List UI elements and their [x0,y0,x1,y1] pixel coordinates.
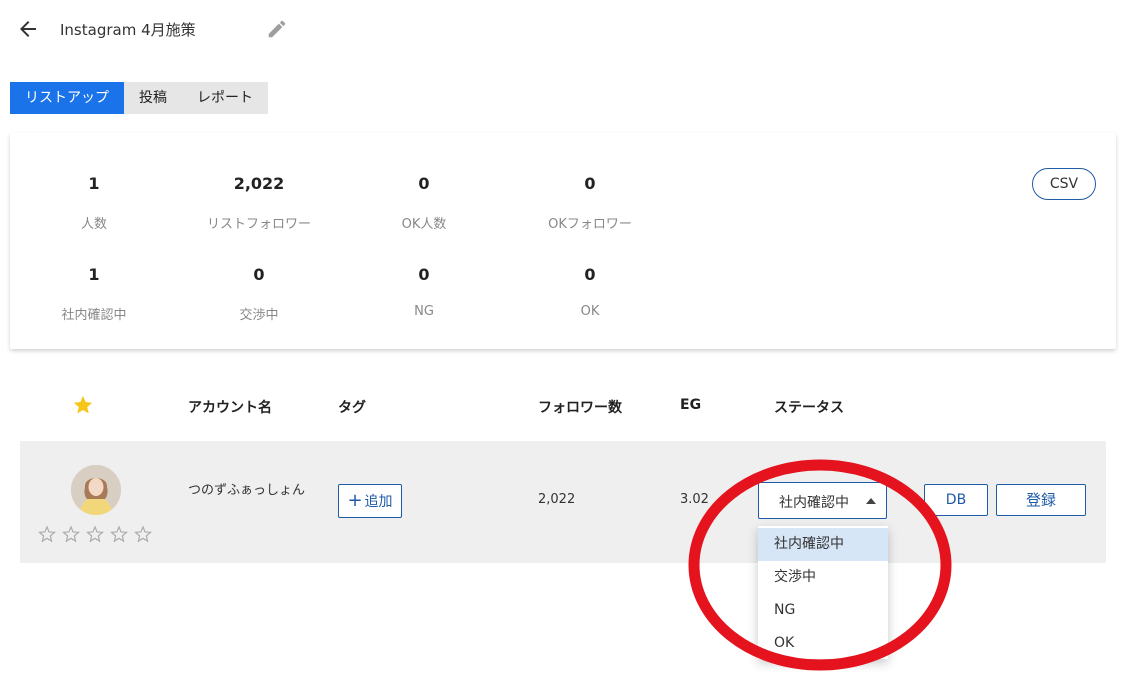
rating-stars [37,524,153,544]
status-select-value: 社内確認中 [779,495,849,511]
summary-card: 1 人数 2,022 リストフォロワー 0 OK人数 0 OKフォロワー 1 社… [10,133,1116,349]
add-tag-button[interactable]: + 追加 [338,484,402,518]
db-button[interactable]: DB [924,484,988,516]
arrow-left-icon[interactable] [16,17,40,41]
stat-label-ok-people: OK人数 [401,217,447,232]
star-outline-icon[interactable] [37,524,57,544]
status-option-internal-review[interactable]: 社内確認中 [758,528,888,561]
star-outline-icon[interactable] [61,524,81,544]
star-icon[interactable] [72,394,94,416]
column-header-status[interactable]: ステータス [774,397,844,417]
status-dropdown-menu: 社内確認中 交渉中 NG OK [758,526,888,659]
stat-label-internal-review: 社内確認中 [61,308,127,323]
plus-icon: + [347,490,363,511]
stat-label-negotiating: 交渉中 [239,308,279,323]
stat-label-ng: NG [414,304,434,319]
status-select[interactable]: 社内確認中 [758,482,887,519]
stat-value-ng: 0 [418,265,430,284]
followers-count: 2,022 [538,492,576,507]
account-name[interactable]: つのずふぁっしょん [188,482,313,500]
caret-up-icon [866,498,876,504]
page-title: Instagram 4月施策 [60,21,196,39]
pencil-icon[interactable] [266,18,288,40]
stat-label-ok: OK [580,304,600,319]
star-outline-icon[interactable] [85,524,105,544]
stat-value-ok-followers: 0 [584,174,596,193]
avatar[interactable] [71,465,121,515]
stat-label-people: 人数 [80,217,107,232]
status-option-ok[interactable]: OK [758,627,888,660]
column-header-account[interactable]: アカウント名 [188,397,272,417]
column-header-eg[interactable]: EG [680,397,701,413]
tab-listup[interactable]: リストアップ [10,82,124,114]
stat-value-ok-people: 0 [418,174,430,193]
status-option-ng[interactable]: NG [758,594,888,627]
tab-posts[interactable]: 投稿 [124,82,182,114]
stat-value-list-followers: 2,022 [233,174,285,193]
star-outline-icon[interactable] [109,524,129,544]
stat-value-negotiating: 0 [253,265,265,284]
stat-label-ok-followers: OKフォロワー [548,217,632,232]
stat-label-list-followers: リストフォロワー [206,217,311,232]
column-header-tag[interactable]: タグ [338,397,366,417]
stat-value-ok: 0 [584,265,596,284]
tab-bar: リストアップ 投稿 レポート [10,82,268,114]
csv-button[interactable]: CSV [1032,168,1096,200]
stat-value-internal-review: 1 [88,265,100,284]
add-tag-label: 追加 [364,494,393,510]
status-option-negotiating[interactable]: 交渉中 [758,561,888,594]
register-button[interactable]: 登録 [996,484,1086,516]
eg-value: 3.02 % [680,492,710,507]
column-header-followers[interactable]: フォロワー数 [538,397,622,417]
tab-report[interactable]: レポート [182,82,268,114]
star-outline-icon[interactable] [133,524,153,544]
stat-value-people: 1 [88,174,100,193]
